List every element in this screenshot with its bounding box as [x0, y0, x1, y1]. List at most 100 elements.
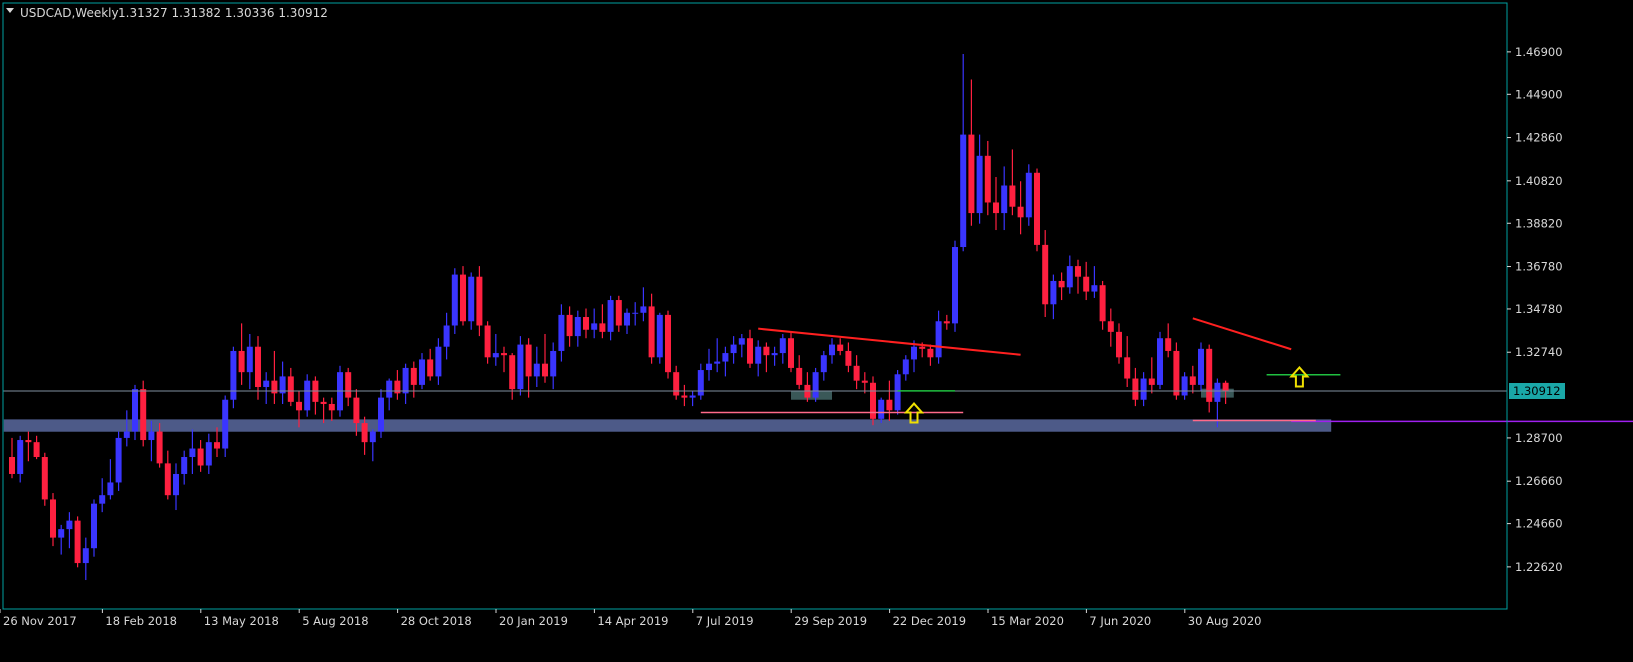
candle-body: [33, 442, 40, 458]
candle-body: [829, 344, 835, 356]
candle-body: [673, 372, 680, 396]
candle-body: [41, 457, 48, 500]
candle-body: [763, 346, 770, 356]
candle-body: [533, 363, 540, 377]
candle-body: [697, 370, 704, 396]
candle-body: [722, 353, 729, 362]
candle-body: [484, 325, 491, 358]
candle-body: [993, 202, 999, 214]
candle-body: [140, 389, 147, 441]
candle-body: [1091, 285, 1098, 292]
y-tick-label: 1.28700: [1515, 431, 1563, 445]
candle-body: [164, 463, 171, 496]
candle-body: [591, 323, 598, 330]
candle-body: [960, 134, 967, 248]
candle-body: [476, 276, 483, 326]
x-tick-label: 5 Aug 2018: [302, 614, 368, 628]
candle-body: [1222, 382, 1229, 392]
x-tick-label: 22 Dec 2019: [893, 614, 966, 628]
candle-body: [878, 399, 885, 419]
price-chart[interactable]: 1.46900 1.44900 1.42860 1.40820 1.38820 1.367…: [0, 0, 1633, 658]
candle-body: [574, 317, 581, 337]
candle-body: [1116, 331, 1122, 358]
candle-body: [943, 321, 950, 324]
candle-body: [976, 155, 983, 214]
x-tick-label: 18 Feb 2018: [105, 614, 177, 628]
candle-body: [361, 423, 368, 443]
candle-body: [615, 300, 622, 326]
candle-body: [468, 276, 475, 322]
x-tick-label: 15 Mar 2020: [991, 614, 1064, 628]
candle-body: [1132, 378, 1139, 400]
candle-body: [1214, 382, 1221, 402]
candle-body: [747, 338, 753, 364]
candle-body: [1017, 206, 1024, 218]
y-tick-label: 1.38820: [1515, 216, 1563, 230]
y-tick-label: 1.22620: [1515, 560, 1563, 574]
current-price-label: 1.30912: [1513, 384, 1561, 398]
candle-body: [246, 346, 253, 373]
candle-body: [640, 306, 647, 313]
y-tick-label: 1.42860: [1515, 131, 1563, 145]
candle-body: [443, 325, 450, 347]
candle-body: [1075, 266, 1081, 277]
candle-body: [287, 376, 294, 402]
candle-body: [517, 344, 524, 390]
candle-body: [820, 355, 827, 373]
y-tick-label: 1.32740: [1515, 345, 1563, 359]
candle-body: [492, 353, 499, 358]
candle-body: [583, 317, 589, 330]
candle-body: [1107, 321, 1114, 332]
candle-body: [1124, 357, 1131, 379]
candle-body: [1140, 378, 1147, 400]
candle-body: [771, 353, 778, 356]
candle-body: [9, 457, 15, 474]
candle-body: [419, 359, 425, 385]
x-tick-label: 30 Aug 2020: [1188, 614, 1262, 628]
x-tick-label: 29 Sep 2019: [794, 614, 867, 628]
candle-body: [656, 314, 663, 358]
candle-body: [328, 403, 335, 411]
candle-body: [1157, 338, 1163, 385]
candle-body: [919, 346, 926, 349]
candle-body: [156, 431, 163, 464]
ohlc-values: 1.31327 1.31382 1.30336 1.30912: [118, 6, 328, 20]
candle-body: [1034, 172, 1040, 245]
candle-body: [1083, 276, 1090, 292]
candle-body: [17, 440, 24, 474]
chart-header: USDCAD,Weekly 1.31327 1.31382 1.30336 1.…: [6, 6, 328, 20]
candle-body: [369, 431, 376, 443]
candle-body: [410, 367, 417, 385]
candle-body: [222, 399, 229, 449]
x-tick-label: 13 May 2018: [204, 614, 279, 628]
candle-body: [911, 346, 917, 360]
candle-body: [460, 274, 466, 322]
candle-body: [566, 314, 573, 337]
candle-body: [132, 389, 138, 432]
candle-body: [1050, 280, 1057, 305]
support-zone: [3, 419, 1332, 432]
candle-body: [238, 350, 245, 373]
candle-body: [509, 355, 516, 390]
candle-body: [632, 312, 639, 314]
x-tick-label: 14 Apr 2019: [597, 614, 668, 628]
candle-body: [665, 314, 671, 373]
candle-body: [296, 401, 302, 411]
chart-canvas[interactable]: 1.46900 1.44900 1.42860 1.40820 1.38820 1.367…: [0, 0, 1633, 658]
candle-body: [115, 437, 122, 483]
x-tick-label: 28 Oct 2018: [401, 614, 472, 628]
candle-body: [788, 338, 794, 368]
candle-body: [796, 367, 803, 385]
candle-body: [1025, 172, 1032, 218]
candle-body: [66, 520, 73, 530]
candle-body: [714, 361, 721, 364]
candle-body: [837, 344, 844, 351]
candle-body: [689, 395, 696, 398]
candle-body: [435, 346, 442, 377]
candle-body: [624, 312, 630, 326]
candle-body: [451, 274, 458, 326]
candle-body: [205, 442, 212, 466]
candle-body: [525, 344, 532, 377]
candle-body: [853, 365, 860, 381]
candle-body: [1009, 185, 1016, 207]
